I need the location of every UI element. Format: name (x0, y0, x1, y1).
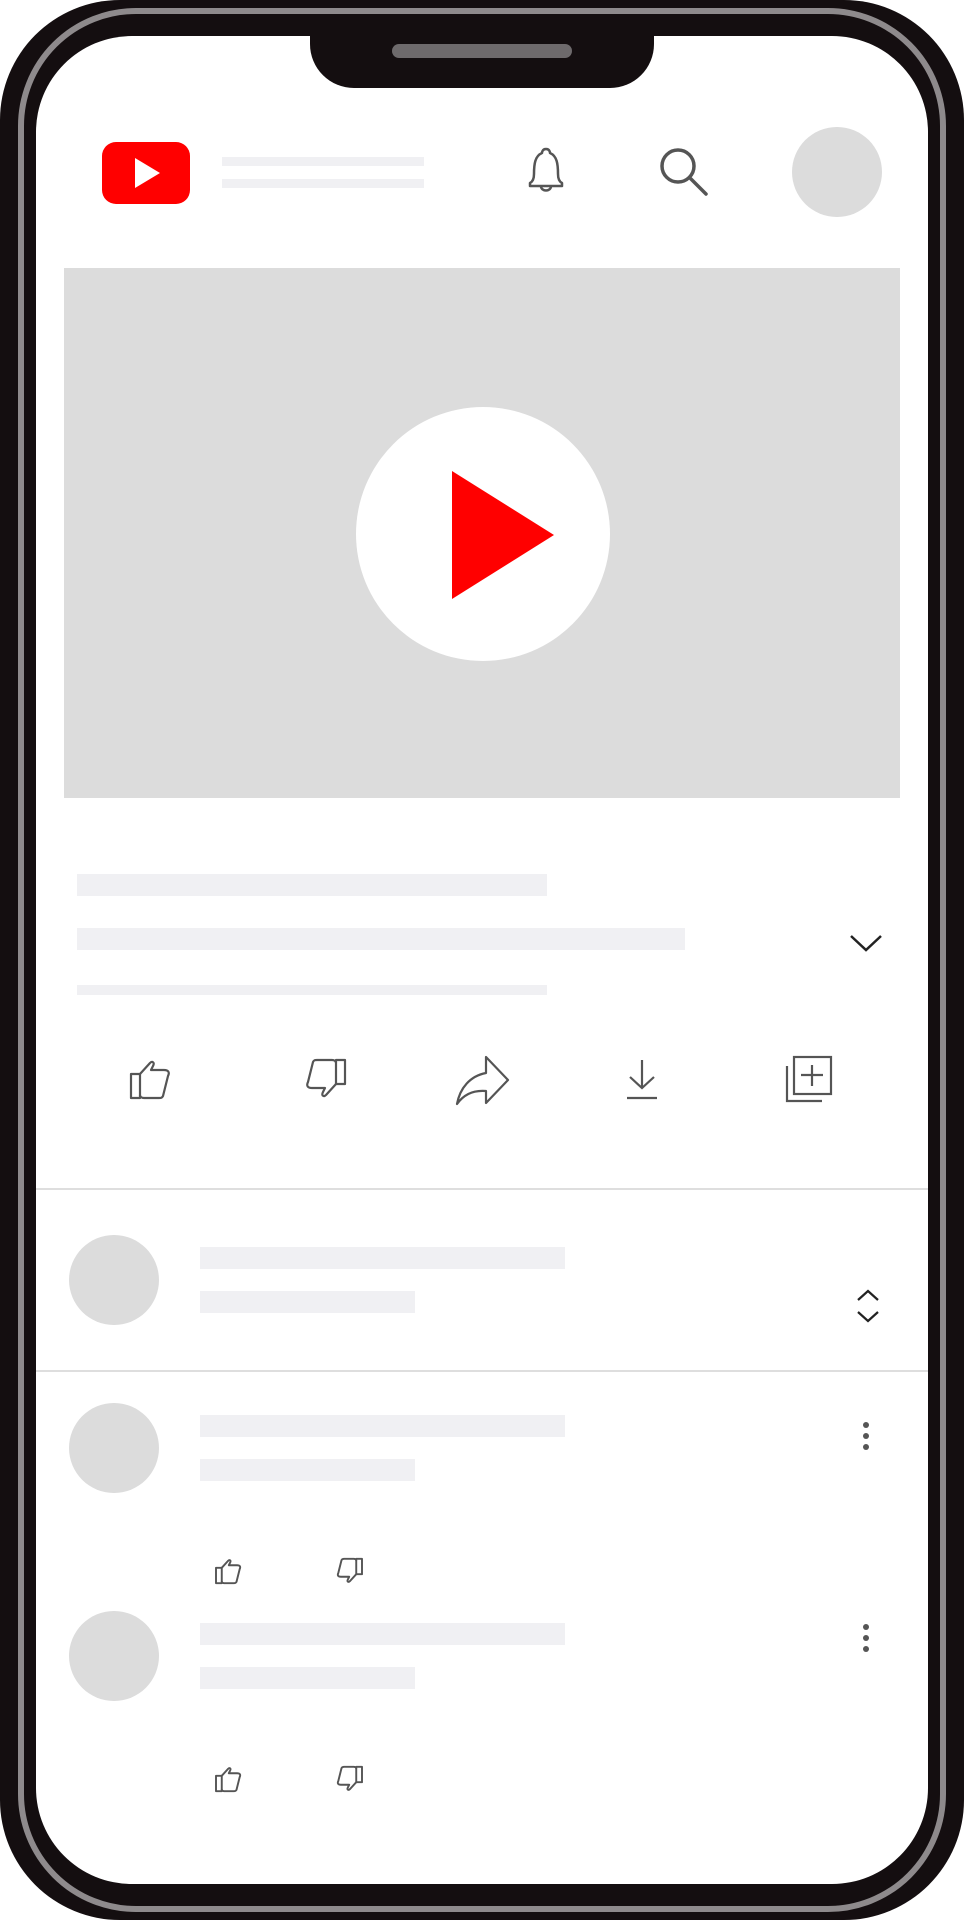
download-button[interactable] (622, 1058, 662, 1102)
comments-user-avatar (69, 1235, 159, 1325)
video-stats-placeholder (77, 985, 547, 995)
comment-dislike-button[interactable] (328, 1763, 364, 1795)
youtube-logo-icon[interactable] (102, 142, 190, 204)
comment-dislike-button[interactable] (328, 1555, 364, 1587)
phone-speaker (392, 44, 572, 58)
comment-like-button[interactable] (214, 1555, 250, 1587)
thumbs-up-icon (215, 1767, 242, 1793)
save-to-playlist-button[interactable] (784, 1054, 834, 1104)
commenter-avatar[interactable] (69, 1611, 159, 1701)
video-meta-placeholder (77, 928, 685, 950)
thumbs-down-icon (336, 1765, 363, 1791)
thumbs-up-icon (129, 1060, 170, 1100)
comment-item (36, 1400, 928, 1600)
comment-text-placeholder (200, 1667, 415, 1689)
phone-screen (36, 36, 928, 1884)
expand-collapse-icon[interactable] (854, 1286, 882, 1326)
comments-title-placeholder (200, 1247, 565, 1269)
comment-like-button[interactable] (214, 1763, 250, 1795)
commenter-avatar[interactable] (69, 1403, 159, 1493)
comment-item (36, 1608, 928, 1808)
download-icon (627, 1060, 657, 1100)
thumbs-up-icon (215, 1559, 242, 1585)
dislike-button[interactable] (292, 1054, 348, 1104)
more-vertical-icon[interactable] (860, 1622, 872, 1654)
comment-author-placeholder (200, 1623, 565, 1645)
thumbs-down-icon (306, 1058, 347, 1098)
section-divider (36, 1370, 928, 1372)
account-avatar[interactable] (792, 127, 882, 217)
comments-subtitle-placeholder (200, 1291, 415, 1313)
video-player[interactable] (64, 268, 900, 798)
like-button[interactable] (128, 1054, 184, 1104)
save-to-playlist-icon (785, 1055, 833, 1103)
comment-author-placeholder (200, 1415, 565, 1437)
section-divider (36, 1188, 928, 1190)
app-title-placeholder (222, 157, 424, 166)
chevron-down-icon[interactable] (848, 930, 884, 956)
play-button[interactable] (356, 407, 610, 661)
more-vertical-icon[interactable] (860, 1420, 872, 1452)
bell-icon[interactable] (518, 144, 574, 200)
video-title-placeholder (77, 874, 547, 896)
app-subtitle-placeholder (222, 179, 424, 188)
search-icon[interactable] (656, 142, 716, 202)
share-button[interactable] (454, 1054, 512, 1106)
play-icon (452, 471, 554, 599)
comment-text-placeholder (200, 1459, 415, 1481)
thumbs-down-icon (336, 1557, 363, 1583)
share-icon (455, 1055, 510, 1106)
